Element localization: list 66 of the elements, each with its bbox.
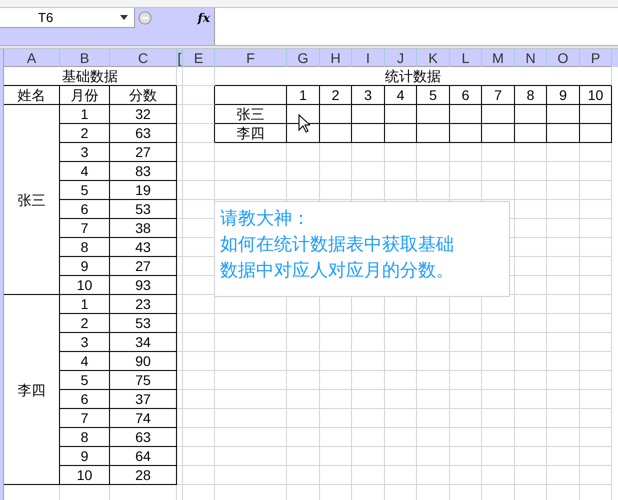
month-cell: 10 xyxy=(76,277,92,293)
column-heading: 月份 xyxy=(70,87,98,103)
score-cell: 27 xyxy=(135,258,151,274)
month-cell: 1 xyxy=(80,106,88,122)
table-title: 基础数据 xyxy=(62,68,118,84)
month-cell: 3 xyxy=(80,334,88,350)
note-text: 请教大神： xyxy=(220,207,310,230)
circle-icon[interactable] xyxy=(138,11,152,25)
score-cell: 53 xyxy=(135,201,151,217)
month-heading: 8 xyxy=(526,87,534,103)
month-heading: 9 xyxy=(559,87,567,103)
score-cell: 28 xyxy=(135,467,151,483)
score-cell: 63 xyxy=(135,429,151,445)
table-title: 统计数据 xyxy=(385,68,441,84)
month-cell: 9 xyxy=(80,448,88,464)
month-heading: 3 xyxy=(364,87,372,103)
month-heading: 7 xyxy=(494,87,502,103)
note-text: 数据中对应人对应月的分数。 xyxy=(220,259,454,282)
score-cell: 43 xyxy=(135,239,151,255)
name-cell: 李四 xyxy=(18,382,46,398)
score-cell: 63 xyxy=(135,125,151,141)
name-box[interactable]: T6 xyxy=(0,8,135,28)
month-heading: 10 xyxy=(588,87,604,103)
month-cell: 10 xyxy=(76,467,92,483)
month-cell: 9 xyxy=(80,258,88,274)
function-button[interactable]: fx xyxy=(198,9,210,27)
name-cell: 李四 xyxy=(236,125,264,141)
score-cell: 37 xyxy=(135,391,151,407)
month-cell: 3 xyxy=(80,144,88,160)
month-heading: 1 xyxy=(299,87,307,103)
month-heading: 4 xyxy=(396,87,404,103)
month-cell: 4 xyxy=(80,353,88,369)
name-cell: 张三 xyxy=(236,106,264,122)
month-cell: 2 xyxy=(80,315,88,331)
month-cell: 2 xyxy=(80,125,88,141)
month-heading: 6 xyxy=(462,87,470,103)
month-cell: 5 xyxy=(80,372,88,388)
month-cell: 5 xyxy=(80,182,88,198)
name-cell: 张三 xyxy=(18,192,46,208)
note-text: 如何在统计数据表中获取基础 xyxy=(220,233,454,256)
score-cell: 32 xyxy=(135,106,151,122)
score-cell: 19 xyxy=(135,182,151,198)
score-cell: 53 xyxy=(135,315,151,331)
score-cell: 34 xyxy=(135,334,151,350)
score-cell: 93 xyxy=(135,277,151,293)
month-cell: 4 xyxy=(80,163,88,179)
score-cell: 64 xyxy=(135,448,151,464)
dropdown-caret-icon[interactable] xyxy=(120,15,128,20)
score-cell: 27 xyxy=(135,144,151,160)
month-cell: 8 xyxy=(80,429,88,445)
column-heading: 分数 xyxy=(129,87,157,103)
score-cell: 38 xyxy=(135,220,151,236)
month-cell: 7 xyxy=(80,410,88,426)
score-cell: 23 xyxy=(135,296,151,312)
score-cell: 90 xyxy=(135,353,151,369)
month-cell: 1 xyxy=(80,296,88,312)
score-cell: 75 xyxy=(135,372,151,388)
month-cell: 7 xyxy=(80,220,88,236)
score-cell: 74 xyxy=(135,410,151,426)
month-heading: 2 xyxy=(332,87,340,103)
month-cell: 6 xyxy=(80,391,88,407)
month-heading: 5 xyxy=(429,87,437,103)
column-heading: 姓名 xyxy=(18,87,46,103)
month-cell: 6 xyxy=(80,201,88,217)
score-cell: 83 xyxy=(135,163,151,179)
month-cell: 8 xyxy=(80,239,88,255)
